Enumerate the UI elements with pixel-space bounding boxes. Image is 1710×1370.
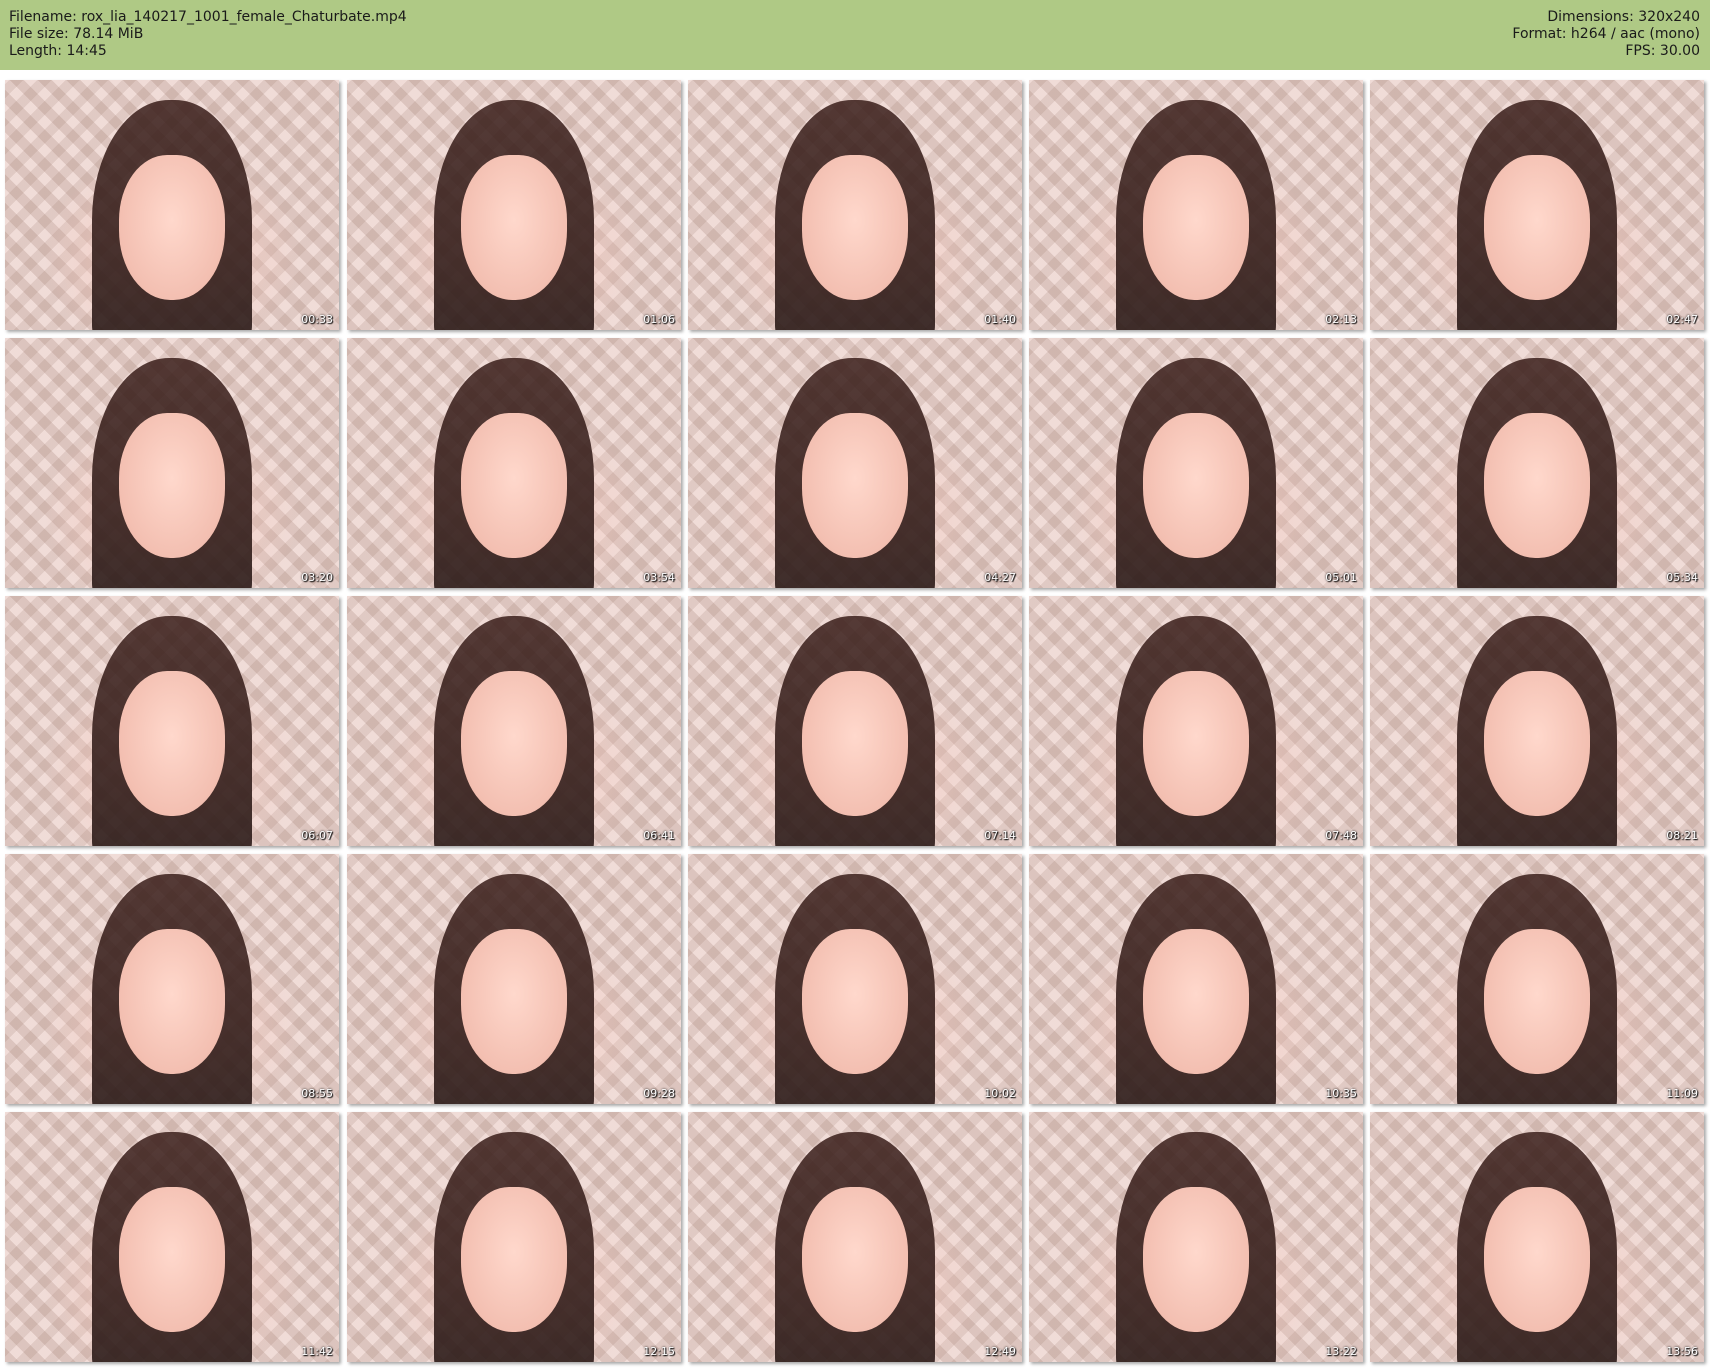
video-thumbnail: 13:22: [1029, 1112, 1363, 1362]
thumbnail-timestamp: 11:42: [301, 1345, 333, 1358]
thumbnail-timestamp: 02:13: [1325, 313, 1357, 326]
frame-subject-face: [1483, 1187, 1591, 1332]
video-thumbnail: 11:42: [5, 1112, 339, 1362]
frame-subject-face: [118, 929, 226, 1074]
thumbnail-timestamp: 03:20: [301, 571, 333, 584]
video-thumbnail: 00:33: [5, 80, 339, 330]
frame-subject-face: [1142, 929, 1250, 1074]
video-thumbnail: 03:54: [347, 338, 681, 588]
video-thumbnail: 05:34: [1370, 338, 1704, 588]
frame-subject-face: [118, 671, 226, 816]
video-thumbnail: 07:14: [688, 596, 1022, 846]
video-thumbnail: 08:55: [5, 854, 339, 1104]
frame-subject-face: [118, 1187, 226, 1332]
thumbnail-timestamp: 02:47: [1666, 313, 1698, 326]
thumbnail-timestamp: 07:14: [984, 829, 1016, 842]
thumbnail-timestamp: 12:15: [643, 1345, 675, 1358]
frame-subject-face: [1483, 413, 1591, 558]
video-thumbnail: 09:28: [347, 854, 681, 1104]
video-thumbnail: 03:20: [5, 338, 339, 588]
video-thumbnail: 13:56: [1370, 1112, 1704, 1362]
video-thumbnail: 10:35: [1029, 854, 1363, 1104]
thumbnail-timestamp: 10:35: [1325, 1087, 1357, 1100]
frame-subject-face: [801, 929, 909, 1074]
video-thumbnail: 01:40: [688, 80, 1022, 330]
frame-subject-face: [1483, 929, 1591, 1074]
frame-subject-face: [801, 413, 909, 558]
frame-subject-face: [460, 929, 568, 1074]
video-thumbnail: 12:15: [347, 1112, 681, 1362]
frame-subject-face: [460, 413, 568, 558]
fps-text: FPS: 30.00: [1625, 43, 1700, 59]
thumbnail-timestamp: 08:21: [1666, 829, 1698, 842]
video-thumbnail: 10:02: [688, 854, 1022, 1104]
thumbnail-timestamp: 13:56: [1666, 1345, 1698, 1358]
video-thumbnail: 06:41: [347, 596, 681, 846]
file-size-text: File size: 78.14 MiB: [9, 26, 144, 42]
thumbnail-timestamp: 12:49: [984, 1345, 1016, 1358]
thumbnail-timestamp: 06:41: [643, 829, 675, 842]
video-thumbnail: 02:13: [1029, 80, 1363, 330]
video-thumbnail: 05:01: [1029, 338, 1363, 588]
length-text: Length: 14:45: [9, 43, 107, 59]
video-thumbnail: 07:48: [1029, 596, 1363, 846]
frame-subject-face: [801, 1187, 909, 1332]
video-thumbnail: 08:21: [1370, 596, 1704, 846]
info-right: Dimensions: 320x240 Format: h264 / aac (…: [1512, 9, 1700, 60]
thumbnail-timestamp: 10:02: [984, 1087, 1016, 1100]
thumbnail-timestamp: 03:54: [643, 571, 675, 584]
info-header: Filename: rox_lia_140217_1001_female_Cha…: [0, 0, 1710, 70]
thumbnail-timestamp: 11:09: [1666, 1087, 1698, 1100]
format-text: Format: h264 / aac (mono): [1512, 26, 1700, 42]
thumbnail-timestamp: 04:27: [984, 571, 1016, 584]
frame-subject-face: [1483, 671, 1591, 816]
dimensions-text: Dimensions: 320x240: [1547, 9, 1700, 25]
frame-subject-face: [1142, 413, 1250, 558]
thumbnail-timestamp: 08:55: [301, 1087, 333, 1100]
thumbnail-timestamp: 05:34: [1666, 571, 1698, 584]
filename-text: Filename: rox_lia_140217_1001_female_Cha…: [9, 9, 407, 25]
frame-subject-face: [460, 155, 568, 300]
thumbnail-timestamp: 00:33: [301, 313, 333, 326]
video-thumbnail: 01:06: [347, 80, 681, 330]
video-thumbnail: 12:49: [688, 1112, 1022, 1362]
frame-subject-face: [460, 671, 568, 816]
thumbnail-timestamp: 07:48: [1325, 829, 1357, 842]
video-thumbnail: 02:47: [1370, 80, 1704, 330]
frame-subject-face: [118, 155, 226, 300]
frame-subject-face: [1483, 155, 1591, 300]
frame-subject-face: [1142, 671, 1250, 816]
frame-subject-face: [118, 413, 226, 558]
frame-subject-face: [1142, 155, 1250, 300]
thumbnail-timestamp: 13:22: [1325, 1345, 1357, 1358]
frame-subject-face: [1142, 1187, 1250, 1332]
frame-subject-face: [801, 155, 909, 300]
frame-subject-face: [460, 1187, 568, 1332]
thumbnail-grid: 00:33 01:06 01:40 02:13 02:47 03:20 03:54 04:27…: [0, 70, 1710, 1370]
thumbnail-timestamp: 01:40: [984, 313, 1016, 326]
video-thumbnail: 04:27: [688, 338, 1022, 588]
video-thumbnail: 11:09: [1370, 854, 1704, 1104]
thumbnail-timestamp: 01:06: [643, 313, 675, 326]
thumbnail-timestamp: 05:01: [1325, 571, 1357, 584]
thumbnail-timestamp: 06:07: [301, 829, 333, 842]
info-left: Filename: rox_lia_140217_1001_female_Cha…: [9, 9, 407, 60]
frame-subject-face: [801, 671, 909, 816]
video-thumbnail: 06:07: [5, 596, 339, 846]
thumbnail-timestamp: 09:28: [643, 1087, 675, 1100]
